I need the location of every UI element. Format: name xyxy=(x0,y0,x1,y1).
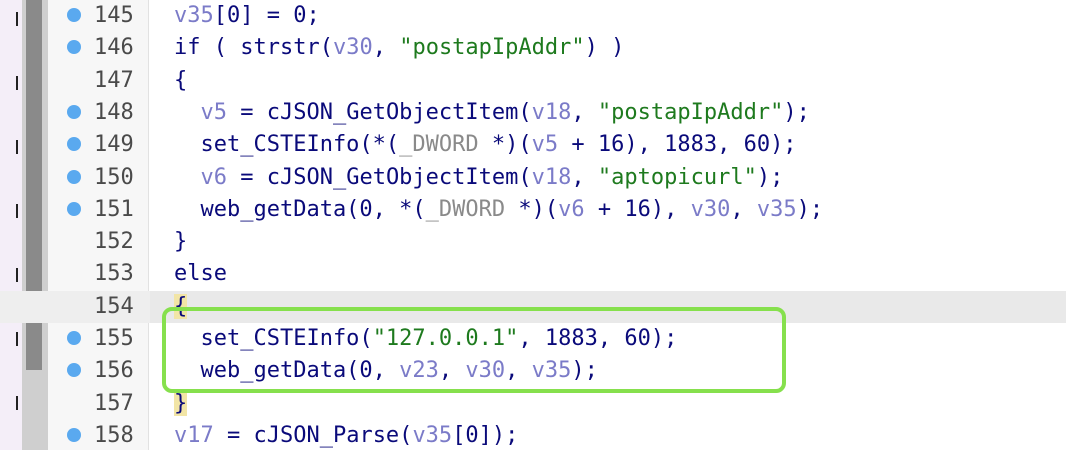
code-line[interactable]: 149 set_CSTEInfo(*(_DWORD *)(v5 + 16), 1… xyxy=(0,129,1066,161)
code-line[interactable]: 150 v6 = cJSON_GetObjectItem(v18, "aptop… xyxy=(0,162,1066,194)
code-line[interactable]: 147 { xyxy=(0,65,1066,97)
code-line[interactable]: 146 if ( strstr(v30, "postapIpAddr") ) xyxy=(0,32,1066,64)
code-line[interactable]: 145 v35[0] = 0; xyxy=(0,0,1066,32)
code-line[interactable]: 153 else xyxy=(0,258,1066,290)
line-number: 153 xyxy=(94,261,134,286)
breakpoint-dot-icon[interactable] xyxy=(67,331,81,345)
line-number: 157 xyxy=(94,391,134,416)
code-text: v17 = cJSON_Parse(v35[0]); xyxy=(174,423,519,448)
breakpoint-dot-icon[interactable] xyxy=(67,105,81,119)
line-number: 146 xyxy=(94,35,134,60)
line-number: 154 xyxy=(94,294,134,319)
code-line[interactable]: 152} xyxy=(0,226,1066,258)
breakpoint-dot-icon[interactable] xyxy=(67,202,81,216)
code-text: v35[0] = 0; xyxy=(174,3,320,28)
line-number: 151 xyxy=(94,197,134,222)
code-text: } xyxy=(174,391,188,416)
line-number: 156 xyxy=(94,358,134,383)
code-line[interactable]: 158 v17 = cJSON_Parse(v35[0]); xyxy=(0,420,1066,452)
code-text: web_getData(0, *(_DWORD *)(v6 + 16), v30… xyxy=(174,197,824,222)
code-line[interactable]: 151 web_getData(0, *(_DWORD *)(v6 + 16),… xyxy=(0,194,1066,226)
code-text: } xyxy=(174,229,188,254)
code-text: { xyxy=(174,68,188,93)
code-text: v6 = cJSON_GetObjectItem(v18, "aptopicur… xyxy=(200,165,784,190)
breakpoint-dot-icon[interactable] xyxy=(67,363,81,377)
breakpoint-dot-icon[interactable] xyxy=(67,137,81,151)
line-number: 149 xyxy=(94,132,134,157)
code-line[interactable]: 148 v5 = cJSON_GetObjectItem(v18, "posta… xyxy=(0,97,1066,129)
code-text: v5 = cJSON_GetObjectItem(v18, "postapIpA… xyxy=(200,100,810,125)
line-number: 158 xyxy=(94,423,134,448)
breakpoint-dot-icon[interactable] xyxy=(67,8,81,22)
breakpoint-dot-icon[interactable] xyxy=(67,170,81,184)
code-text: set_CSTEInfo(*(_DWORD *)(v5 + 16), 1883,… xyxy=(174,132,797,157)
highlight-box xyxy=(162,307,786,393)
breakpoint-dot-icon[interactable] xyxy=(67,428,81,442)
line-number: 155 xyxy=(94,326,134,351)
line-number: 148 xyxy=(94,100,134,125)
breakpoint-dot-icon[interactable] xyxy=(67,40,81,54)
line-number: 152 xyxy=(94,229,134,254)
line-number: 145 xyxy=(94,3,134,28)
line-number: 147 xyxy=(94,68,134,93)
line-number: 150 xyxy=(94,165,134,190)
code-text: else xyxy=(174,261,227,286)
code-text: if ( strstr(v30, "postapIpAddr") ) xyxy=(174,35,625,60)
